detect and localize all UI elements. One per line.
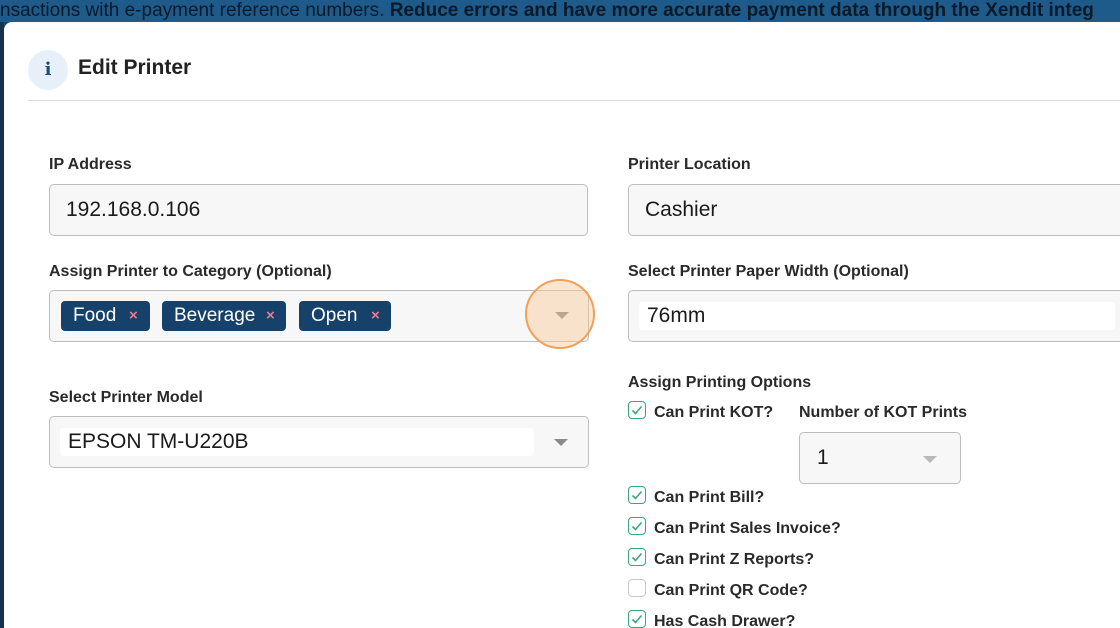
chevron-down-icon[interactable]: [923, 456, 937, 463]
tag-food: Food ×: [61, 301, 150, 331]
tag-open: Open ×: [299, 301, 391, 331]
banner-text: nsactions with e-payment reference numbe…: [0, 0, 390, 21]
printer-location-input[interactable]: Cashier: [628, 184, 1120, 236]
ip-address-input[interactable]: 192.168.0.106: [49, 184, 588, 236]
kot-prints-label: Number of KOT Prints: [799, 404, 968, 421]
can-print-kot-checkbox[interactable]: [628, 401, 646, 419]
remove-food-icon[interactable]: ×: [129, 301, 138, 331]
printer-model-select[interactable]: EPSON TM-U220B: [49, 416, 589, 468]
click-highlight: [525, 279, 595, 349]
can-print-bill-checkbox[interactable]: [628, 486, 646, 504]
banner-bold-text: Reduce errors and have more accurate pay…: [389, 0, 1094, 21]
remove-beverage-icon[interactable]: ×: [266, 301, 275, 331]
can-print-qr-code-label: Can Print QR Code?: [654, 582, 808, 599]
ip-address-label: IP Address: [49, 156, 132, 173]
edit-printer-modal: i Edit Printer IP Address 192.168.0.106 …: [4, 22, 1120, 628]
kot-prints-value: 1: [817, 446, 829, 469]
can-print-bill-label: Can Print Bill?: [654, 489, 765, 506]
can-print-z-reports-checkbox[interactable]: [628, 548, 646, 566]
can-print-sales-invoice-checkbox[interactable]: [628, 517, 646, 535]
info-icon: i: [28, 50, 68, 90]
printer-model-inner: EPSON TM-U220B: [60, 428, 534, 456]
tag-beverage-label: Beverage: [174, 305, 256, 326]
category-multiselect[interactable]: Food × Beverage × Open ×: [49, 290, 589, 342]
paper-width-value: 76mm: [647, 304, 706, 327]
printer-location-value: Cashier: [645, 198, 718, 221]
paper-width-select[interactable]: 76mm: [628, 290, 1120, 342]
printer-model-label: Select Printer Model: [49, 389, 203, 406]
announcement-banner: nsactions with e-payment reference numbe…: [0, 0, 1120, 22]
printing-options-label: Assign Printing Options: [628, 374, 812, 391]
tag-beverage: Beverage ×: [162, 301, 286, 331]
has-cash-drawer-label: Has Cash Drawer?: [654, 613, 796, 628]
can-print-kot-label: Can Print KOT?: [654, 404, 774, 421]
modal-title: Edit Printer: [78, 56, 192, 79]
chevron-down-icon[interactable]: [554, 439, 568, 446]
tag-open-label: Open: [311, 305, 358, 326]
kot-prints-select[interactable]: 1: [799, 432, 961, 484]
remove-open-icon[interactable]: ×: [371, 301, 380, 331]
category-label: Assign Printer to Category (Optional): [49, 263, 332, 280]
can-print-z-reports-label: Can Print Z Reports?: [654, 551, 815, 568]
ip-address-value: 192.168.0.106: [66, 198, 201, 221]
paper-width-inner: 76mm: [639, 302, 1115, 330]
can-print-qr-code-checkbox[interactable]: [628, 579, 646, 597]
paper-width-label: Select Printer Paper Width (Optional): [628, 263, 909, 280]
printer-location-label: Printer Location: [628, 156, 751, 173]
can-print-sales-invoice-label: Can Print Sales Invoice?: [654, 520, 841, 537]
printer-model-value: EPSON TM-U220B: [68, 430, 249, 453]
has-cash-drawer-checkbox[interactable]: [628, 610, 646, 628]
tag-food-label: Food: [73, 305, 117, 326]
modal-header: i Edit Printer: [28, 22, 1120, 101]
